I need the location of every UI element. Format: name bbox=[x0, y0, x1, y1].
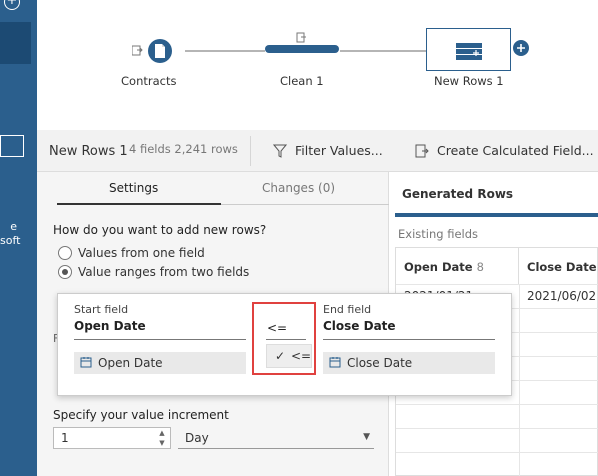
increment-label: Specify your value increment bbox=[53, 408, 229, 422]
tab-divider bbox=[221, 204, 389, 205]
clean-step-icon bbox=[265, 32, 339, 53]
existing-fields-label: Existing fields bbox=[398, 227, 479, 241]
step-meta: 4 fields 2,241 rows bbox=[129, 142, 238, 156]
filter-icon bbox=[272, 144, 288, 158]
calendar-icon bbox=[329, 357, 341, 368]
flow-node-label: Clean 1 bbox=[280, 74, 324, 88]
start-option-label: Open Date bbox=[98, 356, 163, 370]
generated-rows-title: Generated Rows bbox=[402, 187, 514, 201]
chevron-down-icon: ▼ bbox=[363, 432, 370, 442]
flow-node-label: Contracts bbox=[121, 74, 177, 88]
operator-underline bbox=[266, 339, 306, 340]
add-rows-question: How do you want to add new rows? bbox=[53, 223, 267, 237]
stepper-down-icon[interactable]: ▼ bbox=[156, 439, 168, 448]
checkmark-icon: ✓ bbox=[275, 349, 286, 363]
tab-settings[interactable]: Settings bbox=[109, 181, 158, 195]
column-name: Close Date bbox=[527, 260, 597, 274]
calendar-icon bbox=[80, 357, 92, 368]
flow-node-clean[interactable] bbox=[265, 32, 341, 61]
stepper-up-icon[interactable]: ▲ bbox=[156, 429, 168, 438]
flow-node-label: New Rows 1 bbox=[434, 74, 504, 88]
column-header-close-date[interactable]: Close Date8 bbox=[519, 248, 598, 284]
sidebar-box[interactable] bbox=[0, 135, 24, 157]
step-toolbar: New Rows 1 4 fields 2,241 rows Filter Va… bbox=[37, 130, 598, 172]
flow-node-contracts[interactable] bbox=[131, 38, 192, 67]
row-divider bbox=[396, 404, 598, 405]
filter-values-button[interactable]: Filter Values... bbox=[272, 143, 383, 158]
column-header-open-date[interactable]: Open Date 8 bbox=[396, 248, 519, 284]
row-divider bbox=[396, 428, 598, 429]
step-title: New Rows 1 bbox=[49, 144, 128, 159]
end-field-underline bbox=[323, 339, 495, 340]
row-divider bbox=[396, 452, 598, 453]
operator-option[interactable]: ✓ <= bbox=[266, 344, 312, 368]
end-option-label: Close Date bbox=[347, 356, 413, 370]
start-field-label: Start field bbox=[74, 303, 129, 316]
start-field-value[interactable]: Open Date bbox=[74, 319, 146, 333]
increment-stepper[interactable]: 1 ▲ ▼ bbox=[53, 427, 171, 449]
operator-option-label: <= bbox=[291, 349, 312, 363]
field-range-popup: Start field Open Date Open Date <= ✓ <= … bbox=[57, 293, 512, 396]
add-step-icon[interactable] bbox=[513, 40, 530, 60]
sidebar-text: e soft bbox=[0, 220, 37, 248]
new-rows-step-icon bbox=[456, 43, 482, 60]
start-field-underline bbox=[74, 339, 246, 340]
sidebar-selected-item[interactable] bbox=[0, 22, 31, 64]
calculated-field-icon bbox=[415, 144, 429, 158]
end-field-label: End field bbox=[323, 303, 372, 316]
flow-connector bbox=[340, 50, 426, 52]
radio-label[interactable]: Value ranges from two fields bbox=[78, 265, 249, 279]
filter-values-label: Filter Values... bbox=[295, 143, 383, 158]
start-field-option[interactable]: Open Date bbox=[74, 352, 246, 374]
end-field-value[interactable]: Close Date bbox=[323, 319, 396, 333]
tab-changes[interactable]: Changes (0) bbox=[262, 181, 335, 195]
table-cell: 2021/06/02 bbox=[527, 289, 597, 303]
column-count: 8 bbox=[476, 260, 484, 274]
sidebar-text-line: e bbox=[10, 220, 17, 233]
end-field-option[interactable]: Close Date bbox=[323, 352, 495, 374]
column-name: Open Date bbox=[404, 260, 473, 274]
radio-label[interactable]: Values from one field bbox=[78, 246, 205, 260]
active-tab-indicator bbox=[57, 203, 221, 205]
results-accent-bar bbox=[395, 213, 598, 217]
flow-connector bbox=[185, 50, 265, 52]
radio-value-ranges[interactable] bbox=[58, 265, 72, 279]
radio-values-from-one-field[interactable] bbox=[58, 246, 72, 260]
flow-node-new-rows[interactable] bbox=[426, 28, 511, 71]
input-node-icon bbox=[131, 39, 172, 63]
column-divider bbox=[519, 284, 520, 476]
toolbar-divider bbox=[250, 136, 251, 166]
create-calculated-field-button[interactable]: Create Calculated Field... bbox=[415, 143, 594, 158]
operator-highlight: <= ✓ <= bbox=[252, 302, 316, 375]
operator-value[interactable]: <= bbox=[267, 321, 287, 335]
increment-value: 1 bbox=[61, 431, 69, 445]
increment-unit-dropdown[interactable]: Day ▼ bbox=[178, 427, 374, 449]
add-icon[interactable]: + bbox=[4, 0, 20, 10]
sidebar-text-line: soft bbox=[0, 234, 21, 247]
increment-unit-value: Day bbox=[185, 431, 209, 445]
row-divider bbox=[396, 284, 598, 285]
calculated-field-label: Create Calculated Field... bbox=[437, 143, 594, 158]
flow-canvas: Contracts Clean 1 New Rows 1 bbox=[37, 0, 598, 130]
